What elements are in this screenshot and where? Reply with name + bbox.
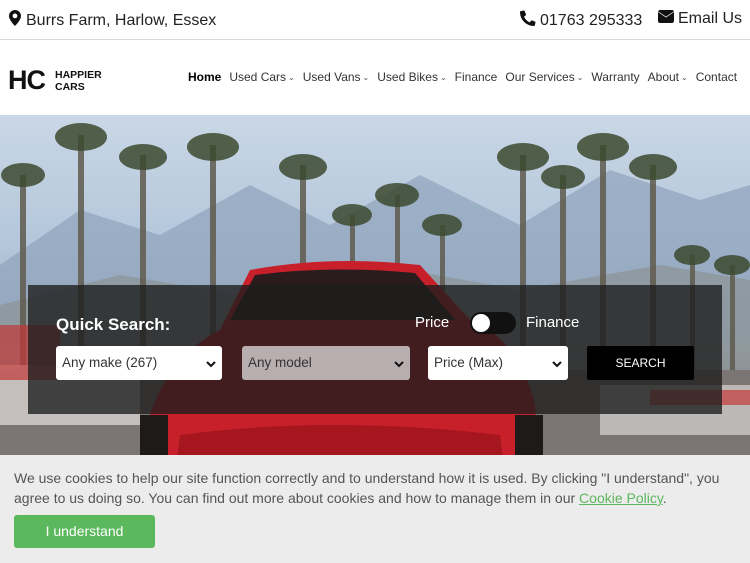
- nav-label: Used Cars: [229, 70, 287, 84]
- nav-finance[interactable]: Finance: [455, 70, 498, 84]
- cookie-text-end: .: [662, 490, 667, 506]
- quick-search-title: Quick Search:: [56, 315, 171, 334]
- nav-label: Our Services: [505, 70, 575, 84]
- nav-label: Used Vans: [302, 70, 361, 84]
- logo-mark: HC: [8, 65, 46, 95]
- nav-used-vans[interactable]: Used Vans ⌄: [303, 70, 370, 84]
- location-text: Burrs Farm, Harlow, Essex: [26, 11, 217, 29]
- chevron-down-icon: [206, 357, 216, 372]
- chevron-down-icon: [394, 357, 404, 372]
- nav-used-cars[interactable]: Used Cars ⌄: [229, 70, 294, 84]
- location-link[interactable]: Burrs Farm, Harlow, Essex: [9, 10, 216, 31]
- chevron-down-icon: ⌄: [439, 72, 447, 82]
- cookie-policy-link[interactable]: Cookie Policy: [579, 490, 663, 506]
- chevron-down-icon: ⌄: [681, 72, 688, 82]
- site-header: HC HAPPIER CARS Home Used Cars ⌄ Used Van…: [0, 41, 750, 115]
- top-bar: Burrs Farm, Harlow, Essex 01763 295333 E…: [0, 0, 750, 40]
- quick-search-panel: Quick Search: Price Finance Any make (26…: [28, 285, 722, 414]
- nav-label: Finance: [454, 70, 498, 84]
- nav-warranty[interactable]: Warranty: [591, 70, 639, 84]
- email-link[interactable]: Email Us: [658, 10, 742, 28]
- price-finance-toggle[interactable]: [470, 312, 516, 334]
- toggle-price-label: Price: [415, 314, 450, 331]
- price-select-value: Price (Max): [434, 355, 504, 370]
- model-select-value: Any model: [248, 355, 312, 370]
- toggle-knob: [472, 314, 490, 332]
- logo-text: HAPPIER CARS: [55, 69, 102, 93]
- nav-label: Used Bikes: [377, 70, 438, 84]
- nav-contact[interactable]: Contact: [696, 70, 737, 84]
- cookie-banner: We use cookies to help our site function…: [0, 455, 750, 563]
- site-logo[interactable]: HC HAPPIER CARS: [8, 67, 102, 94]
- search-button[interactable]: SEARCH: [587, 346, 694, 380]
- chevron-down-icon: ⌄: [362, 72, 370, 82]
- nav-label: Home: [188, 70, 222, 84]
- model-select[interactable]: Any model: [242, 346, 410, 380]
- nav-home[interactable]: Home: [188, 70, 221, 84]
- logo-line-2: CARS: [55, 80, 85, 93]
- nav-our-services[interactable]: Our Services ⌄: [505, 70, 583, 84]
- phone-link[interactable]: 01763 295333: [519, 10, 643, 31]
- cookie-accept-button[interactable]: I understand: [14, 515, 155, 548]
- email-label: Email Us: [678, 10, 743, 27]
- cookie-message: We use cookies to help our site function…: [14, 468, 734, 508]
- nav-about[interactable]: About ⌄: [648, 70, 688, 84]
- chevron-down-icon: [552, 357, 562, 372]
- make-select-value: Any make (267): [62, 355, 158, 370]
- envelope-icon: [658, 10, 678, 28]
- chevron-down-icon: ⌄: [576, 72, 584, 82]
- make-select[interactable]: Any make (267): [56, 346, 222, 380]
- map-marker-icon: [9, 10, 26, 31]
- price-select[interactable]: Price (Max): [428, 346, 568, 380]
- chevron-down-icon: ⌄: [288, 72, 295, 82]
- nav-used-bikes[interactable]: Used Bikes ⌄: [377, 70, 446, 84]
- nav-label: Contact: [695, 70, 738, 84]
- phone-icon: [519, 10, 540, 31]
- nav-label: Warranty: [591, 70, 640, 84]
- phone-number: 01763 295333: [540, 11, 643, 29]
- toggle-finance-label: Finance: [526, 314, 580, 331]
- main-nav: Home Used Cars ⌄ Used Vans ⌄ Used Bikes ⌄ F…: [188, 70, 745, 84]
- nav-label: About: [647, 70, 680, 84]
- logo-line-1: HAPPIER: [55, 68, 102, 81]
